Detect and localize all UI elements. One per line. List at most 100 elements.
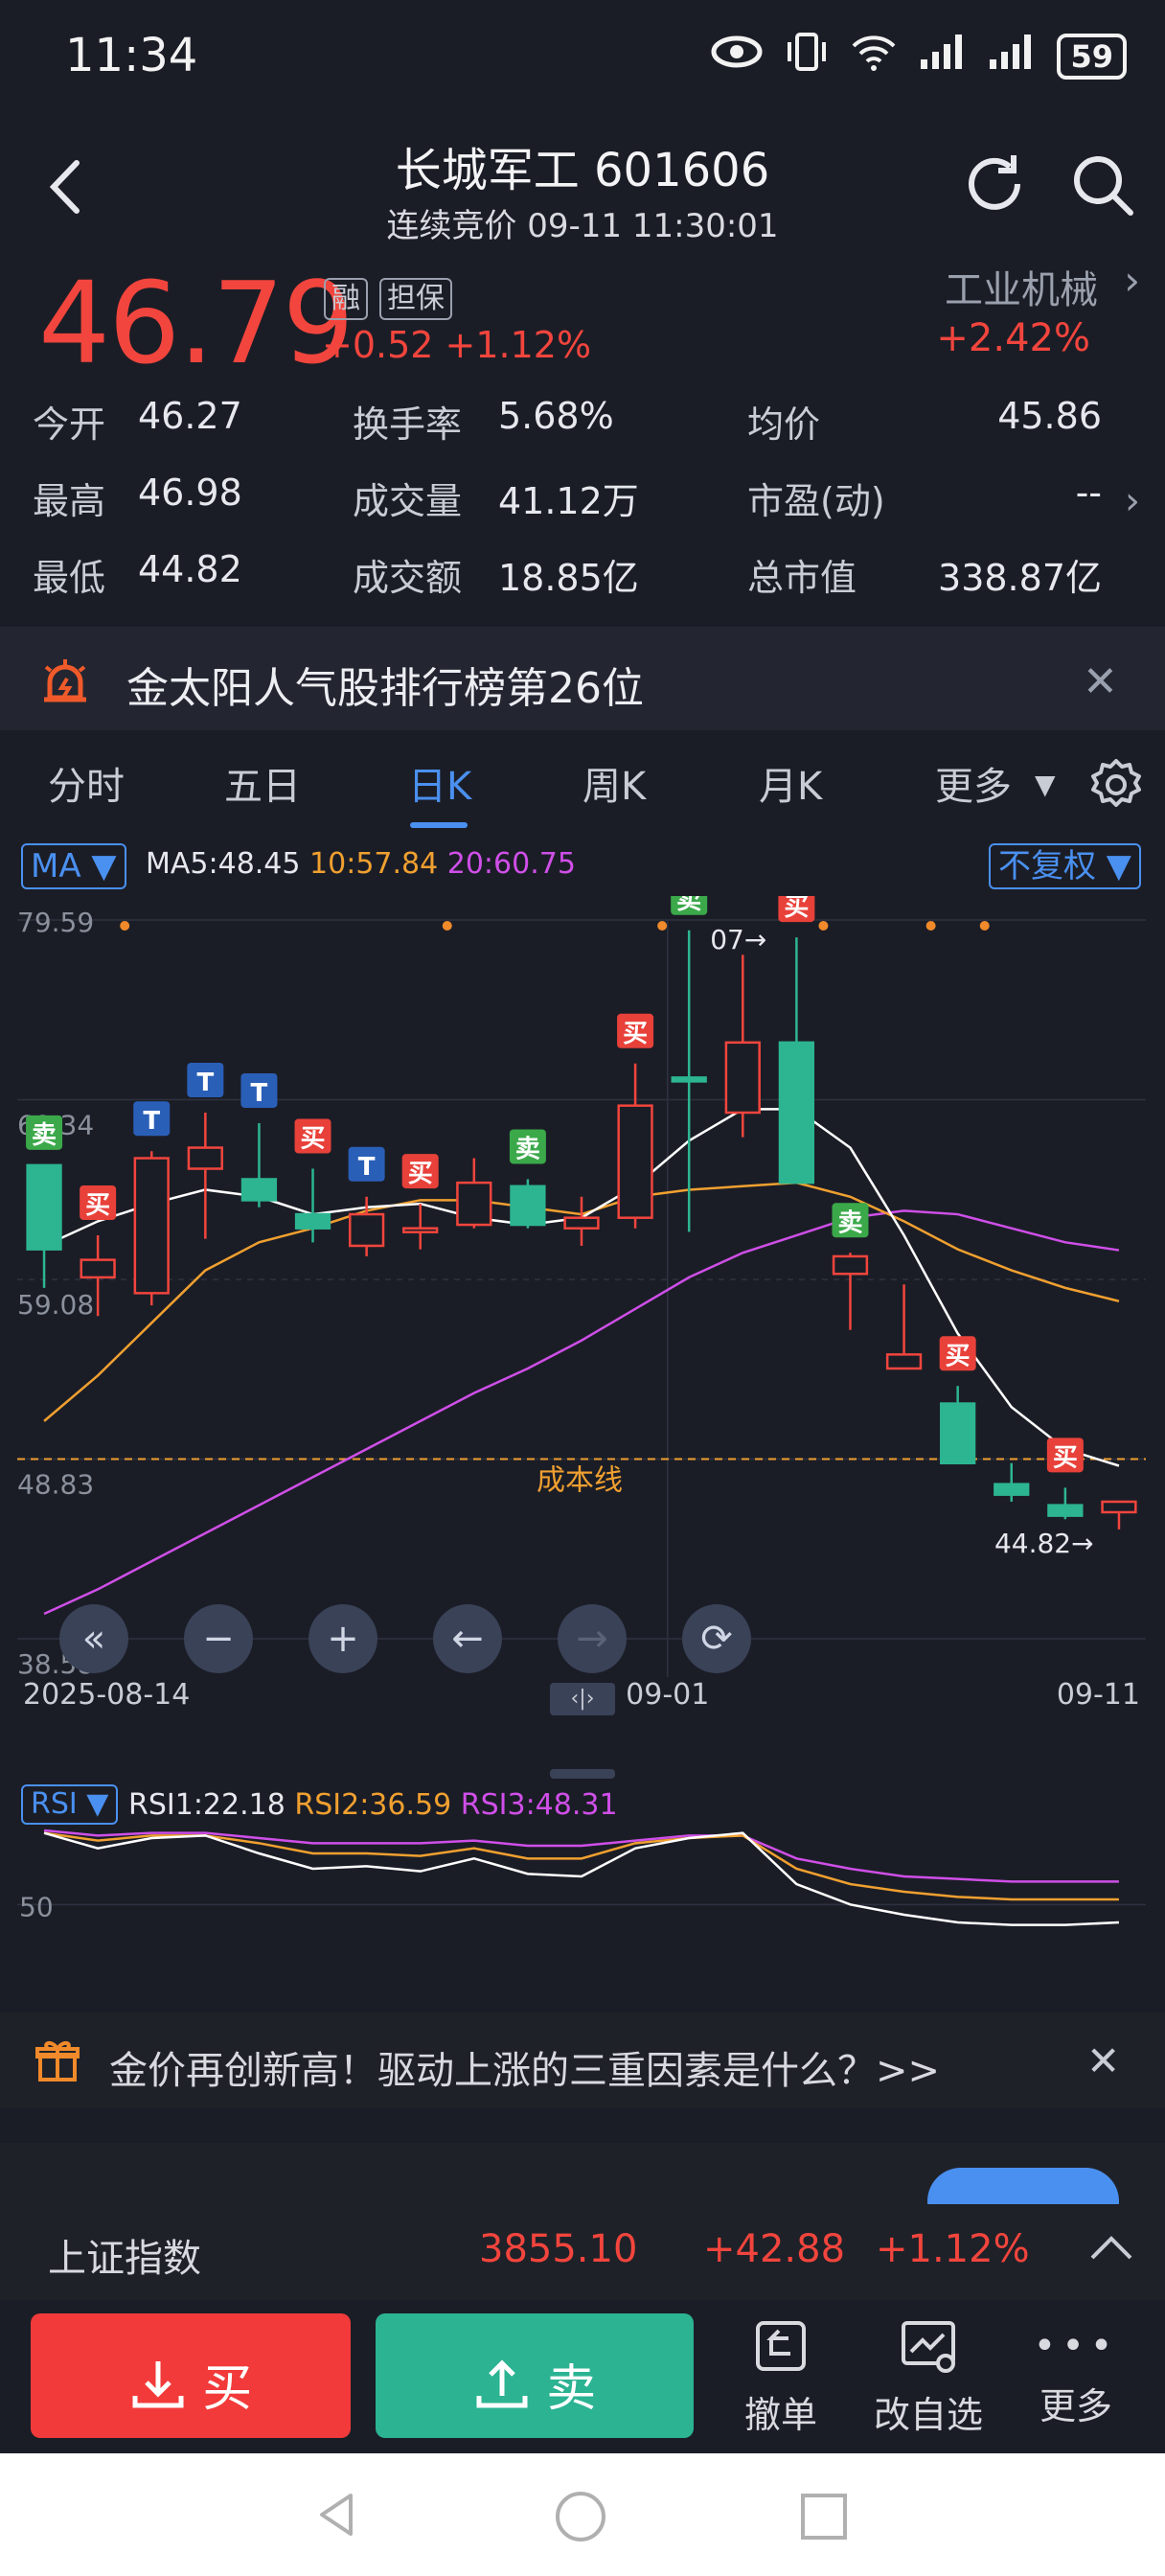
- rsi-selector[interactable]: RSI ▼: [21, 1784, 119, 1825]
- indicator-selector[interactable]: MA ▼: [21, 843, 126, 889]
- signal-label: T: [251, 1079, 268, 1108]
- adjust-selector[interactable]: 不复权 ▼: [989, 843, 1141, 889]
- high-value: 46.98: [138, 472, 242, 514]
- rsi3-line: [43, 1828, 1119, 1883]
- margin-tag: 融: [324, 278, 368, 320]
- candle-body: [885, 1353, 923, 1370]
- ranking-banner[interactable]: 金太阳人气股排行榜第26位 ✕: [0, 627, 1165, 730]
- signal-label: 卖: [676, 896, 701, 915]
- rsi1-value: RSI1:22.18: [128, 1788, 286, 1822]
- battery-icon: 59: [1057, 33, 1127, 80]
- action-bar: 买 卖 撤单 改自选 ••• 更多: [0, 2300, 1165, 2453]
- avg-label: 均价: [747, 403, 821, 446]
- index-value: 3855.10: [479, 2227, 638, 2271]
- tab-wuri[interactable]: 五日: [224, 755, 301, 811]
- scroll-left-button[interactable]: ←: [433, 1604, 502, 1673]
- zoom-in-button[interactable]: +: [308, 1604, 377, 1673]
- pe-chevron-right-icon[interactable]: ›: [1125, 479, 1140, 523]
- sector-link[interactable]: 工业机械: [945, 259, 1098, 314]
- sector-change: +2.42%: [936, 316, 1090, 360]
- nav-recents-icon[interactable]: [799, 2492, 849, 2542]
- tab-yuek[interactable]: 月K: [759, 755, 822, 811]
- news-bar[interactable]: 金价再创新高！驱动上涨的三重因素是什么？>> ✕: [0, 2012, 1165, 2108]
- section-tabs-cutoff: [0, 2143, 1165, 2204]
- x-tick-label: 2025-08-14: [23, 1678, 190, 1712]
- signal-icon-2: [988, 33, 1036, 80]
- avg-value: 45.86: [997, 395, 1102, 437]
- chevron-up-icon[interactable]: [1088, 2225, 1134, 2271]
- signal-label: 买: [301, 1125, 326, 1154]
- tab-more[interactable]: 更多: [935, 755, 1012, 811]
- gear-icon[interactable]: [1088, 757, 1144, 816]
- candle-body: [832, 1254, 869, 1276]
- nav-home-icon[interactable]: [554, 2490, 607, 2543]
- candle-body: [1047, 1504, 1084, 1517]
- turnover-value: 5.68%: [498, 395, 614, 437]
- signal-label: T: [196, 1069, 214, 1097]
- system-nav-bar: [0, 2453, 1165, 2576]
- active-section-pill[interactable]: [927, 2168, 1119, 2204]
- close-icon[interactable]: ✕: [1086, 2037, 1120, 2084]
- candle-body: [80, 1258, 116, 1279]
- dropdown-triangle-icon[interactable]: ▼: [1035, 769, 1056, 800]
- rotate-icon[interactable]: ⟳: [682, 1604, 751, 1673]
- ma5-value: MA5:48.45: [146, 847, 301, 881]
- rsi-label: RSI: [31, 1787, 78, 1821]
- refresh-button[interactable]: [958, 148, 1031, 220]
- cancel-order-label: 撤单: [743, 2394, 817, 2436]
- rsi2-value: RSI2:36.59: [294, 1788, 452, 1822]
- tab-zhouk[interactable]: 周K: [582, 755, 646, 811]
- candle-body: [724, 1041, 761, 1115]
- search-button[interactable]: [1065, 148, 1138, 220]
- nav-back-icon[interactable]: [312, 2490, 362, 2540]
- rsi-legend: RSI1:22.18 RSI2:36.59 RSI3:48.31: [128, 1788, 618, 1822]
- cancel-order-icon: [756, 2321, 806, 2371]
- eye-icon: [710, 33, 764, 80]
- candle-body: [563, 1216, 600, 1230]
- candle-body: [1101, 1500, 1137, 1514]
- buy-label: 买: [202, 2360, 253, 2418]
- cancel-order-button[interactable]: 撤单: [719, 2315, 843, 2438]
- price-change: +0.52 +1.12%: [322, 324, 592, 366]
- edit-watchlist-label: 改自选: [873, 2394, 983, 2436]
- zoom-out-button[interactable]: −: [184, 1604, 253, 1673]
- chart-tabs: 分时 五日 日K 周K 月K 更多 ▼: [0, 740, 1165, 836]
- tab-rik[interactable]: 日K: [408, 755, 471, 811]
- tab-fenshi[interactable]: 分时: [48, 755, 125, 811]
- ma20-value: 20:60.75: [446, 847, 576, 881]
- buy-button[interactable]: 买: [31, 2313, 351, 2438]
- fast-rewind-button[interactable]: «: [59, 1604, 128, 1673]
- edit-watchlist-button[interactable]: 改自选: [866, 2315, 991, 2438]
- alarm-icon: [38, 654, 92, 707]
- cost-line-label: 成本线: [537, 1464, 623, 1498]
- signal-label: 买: [623, 1020, 648, 1048]
- rsi-chart[interactable]: 50: [0, 1825, 1165, 1997]
- y-tick-label: 48.83: [17, 1469, 94, 1501]
- x-tick-label: 09-11: [1057, 1678, 1140, 1712]
- y-tick-label: 59.08: [17, 1289, 94, 1321]
- signal-label: 买: [1053, 1443, 1078, 1472]
- x-tick-label: 09-01: [626, 1678, 709, 1712]
- close-icon[interactable]: ✕: [1083, 657, 1118, 706]
- more-button[interactable]: ••• 更多: [1014, 2315, 1138, 2429]
- more-dots-icon: •••: [1033, 2324, 1119, 2368]
- signal-label: 卖: [837, 1208, 862, 1237]
- rsi3-value: RSI3:48.31: [460, 1788, 618, 1822]
- candle-body: [671, 1076, 707, 1083]
- news-text[interactable]: 金价再创新高！驱动上涨的三重因素是什么？>>: [109, 2039, 940, 2095]
- drag-handle[interactable]: ‹|›: [550, 1683, 615, 1715]
- chevron-right-icon[interactable]: ›: [1124, 257, 1140, 304]
- event-dot: [120, 921, 130, 931]
- scroll-right-button[interactable]: →: [558, 1604, 627, 1673]
- watchlist-chart-icon: [902, 2321, 955, 2373]
- sell-button[interactable]: 卖: [376, 2313, 694, 2438]
- signal-label: 买: [85, 1191, 110, 1220]
- index-bar[interactable]: 上证指数 3855.10 +42.88 +1.12%: [0, 2204, 1165, 2300]
- candle-body: [240, 1178, 278, 1202]
- mcap-value: 338.87亿: [938, 557, 1102, 599]
- turnover-label: 换手率: [353, 403, 463, 446]
- banner-text: 金太阳人气股排行榜第26位: [126, 664, 644, 713]
- candle-body: [778, 1041, 815, 1184]
- index-name: 上证指数: [48, 2237, 201, 2281]
- panel-resize-handle[interactable]: [550, 1769, 615, 1779]
